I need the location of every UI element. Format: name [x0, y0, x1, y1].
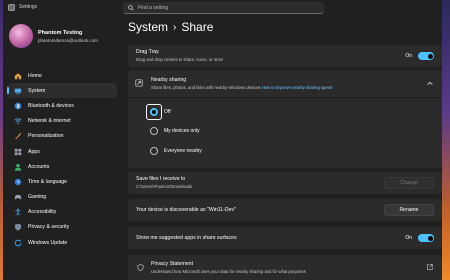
sidebar-item-time-language[interactable]: Time & language	[7, 174, 117, 189]
user-profile[interactable]: Phantom Testing phantomdemos@outlook.com	[3, 14, 120, 52]
sidebar-item-gaming[interactable]: Gaming	[7, 190, 117, 205]
radio-button-selected[interactable]	[150, 108, 158, 116]
user-name: Phantom Testing	[38, 29, 83, 36]
nearby-sharing-title: Nearby sharing	[151, 77, 187, 83]
breadcrumb-parent[interactable]: System	[128, 20, 168, 34]
external-link-icon[interactable]	[427, 264, 433, 270]
window-title: Settings	[19, 4, 38, 10]
sidebar-item-apps[interactable]: Apps	[7, 144, 117, 159]
suggested-apps-title: Show me suggested apps in share surfaces	[136, 235, 237, 241]
sidebar-nav: Home System Bluetooth & devices Network …	[7, 68, 117, 250]
nearby-share-icon	[135, 79, 143, 87]
search-input[interactable]: Find a setting	[138, 5, 168, 11]
sidebar-item-home[interactable]: Home	[7, 68, 117, 83]
sidebar-item-label: Accessibility	[28, 209, 57, 216]
nearby-sharing-speed-link[interactable]: How to improve nearby sharing speed	[262, 85, 333, 90]
sidebar-item-label: Accounts	[28, 163, 50, 170]
gaming-icon	[14, 195, 22, 200]
radio-option-everyone[interactable]: Everyone nearby	[150, 147, 202, 155]
avatar[interactable]	[9, 24, 33, 48]
sidebar-item-label: Network & internet	[28, 118, 71, 125]
radio-label-off: Off	[164, 109, 171, 115]
sidebar-item-label: System	[28, 87, 46, 94]
sidebar-item-label: Gaming	[28, 194, 47, 201]
radio-option-off[interactable]: Off	[150, 108, 171, 116]
drag-tray-card: Drag Tray Drag and drop content to share…	[128, 45, 442, 67]
sidebar-item-bluetooth[interactable]: Bluetooth & devices	[7, 98, 117, 113]
suggested-apps-toggle-state: On	[405, 235, 412, 241]
suggested-apps-toggle[interactable]	[418, 234, 434, 242]
shield-icon	[14, 224, 22, 231]
save-files-card: Save files I receive to C:\Users\Phantom…	[128, 172, 442, 194]
suggested-apps-card: Show me suggested apps in share surfaces…	[128, 227, 442, 249]
sidebar-item-accessibility[interactable]: Accessibility	[7, 205, 117, 220]
radio-option-my-devices[interactable]: My devices only	[150, 127, 200, 135]
discoverable-text: Your device is discoverable as "Win11-De…	[136, 207, 236, 213]
drag-tray-title: Drag Tray	[136, 49, 159, 55]
discoverable-card: Your device is discoverable as "Win11-De…	[128, 199, 442, 221]
nearby-sharing-card: Nearby sharing Share files, photos, and …	[128, 70, 442, 168]
system-icon	[14, 88, 22, 94]
user-email: phantomdemos@outlook.com	[38, 37, 98, 43]
sidebar-item-windows-update[interactable]: Windows Update	[7, 235, 117, 250]
sidebar-item-label: Personalization	[28, 133, 64, 140]
accounts-icon	[14, 163, 22, 171]
privacy-title: Privacy Statement	[151, 261, 194, 267]
search-box[interactable]: Find a setting	[123, 2, 324, 14]
settings-window: Settings Find a setting Phantom Testing …	[3, 0, 442, 280]
home-icon	[14, 72, 22, 79]
desktop-wallpaper-right	[442, 0, 450, 280]
drag-tray-toggle-state: On	[405, 53, 412, 59]
breadcrumb: System › Share	[128, 20, 213, 34]
sidebar-item-accounts[interactable]: Accounts	[7, 159, 117, 174]
breadcrumb-separator: ›	[173, 21, 177, 33]
privacy-card[interactable]: Privacy Statement Understand how Microso…	[128, 255, 442, 280]
sidebar-item-label: Time & language	[28, 178, 68, 185]
bluetooth-icon	[14, 102, 22, 110]
sidebar-item-privacy-security[interactable]: Privacy & security	[7, 220, 117, 235]
brush-icon	[15, 133, 22, 140]
drag-tray-subtitle: Drag and drop content to share, move, or…	[136, 57, 224, 62]
search-icon	[128, 4, 134, 11]
radio-label-my-devices: My devices only	[164, 128, 200, 134]
chevron-up-icon[interactable]	[427, 81, 433, 86]
page-title: Share	[181, 20, 214, 34]
sidebar: Phantom Testing phantomdemos@outlook.com…	[3, 14, 120, 280]
drag-tray-toggle[interactable]	[418, 52, 434, 60]
globe-clock-icon	[14, 178, 22, 186]
rename-button[interactable]: Rename	[384, 204, 434, 216]
sidebar-item-label: Apps	[28, 148, 40, 155]
radio-label-everyone: Everyone nearby	[164, 148, 202, 154]
apps-icon	[14, 148, 22, 155]
sidebar-item-label: Home	[28, 72, 42, 79]
settings-app-icon	[8, 3, 15, 11]
sidebar-item-personalization[interactable]: Personalization	[7, 129, 117, 144]
nearby-sharing-subtitle: Share files, photos, and links with near…	[151, 85, 261, 90]
sidebar-item-label: Windows Update	[28, 239, 68, 246]
radio-button[interactable]	[150, 147, 158, 155]
change-button[interactable]: Change	[384, 177, 434, 189]
sidebar-item-system[interactable]: System	[7, 83, 117, 99]
sidebar-item-network[interactable]: Network & internet	[7, 114, 117, 129]
accessibility-icon	[15, 208, 21, 216]
shield-icon	[137, 264, 144, 271]
radio-button[interactable]	[150, 127, 158, 135]
privacy-subtitle: Understand how Microsoft uses your data …	[151, 269, 306, 274]
nearby-sharing-header[interactable]: Nearby sharing Share files, photos, and …	[128, 70, 442, 98]
sidebar-item-label: Privacy & security	[28, 224, 70, 231]
sidebar-item-label: Bluetooth & devices	[28, 102, 74, 109]
network-icon	[14, 118, 22, 125]
update-icon	[14, 239, 22, 246]
